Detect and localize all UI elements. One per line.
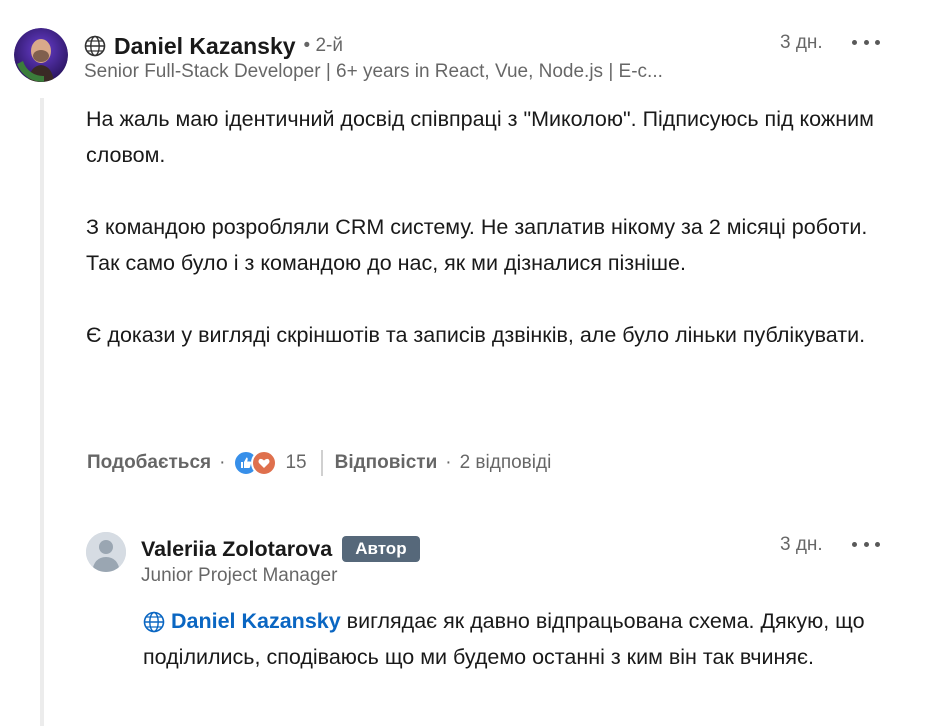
- comment-actions: Подобається · 15 Відповісти · 2 відповід…: [87, 448, 551, 478]
- separator: ·: [219, 452, 226, 473]
- comment-author-row: Daniel Kazansky • 2-й: [84, 30, 343, 62]
- mention-name: Daniel Kazansky: [171, 609, 341, 633]
- comment-author-headline: Senior Full-Stack Developer | 6+ years i…: [84, 61, 663, 82]
- reply-author-headline: Junior Project Manager: [141, 565, 338, 586]
- globe-icon: [84, 35, 106, 57]
- comment-author-name[interactable]: Daniel Kazansky: [114, 33, 296, 60]
- mention-link[interactable]: Daniel Kazansky: [143, 609, 341, 633]
- avatar[interactable]: [14, 28, 68, 82]
- reply-author-name[interactable]: Valeriia Zolotarova: [141, 537, 332, 562]
- comment-paragraph: Є докази у вигляді скріншотів та записів…: [86, 323, 866, 347]
- separator: ·: [445, 452, 452, 473]
- reply-avatar[interactable]: [86, 532, 126, 572]
- comment-paragraph: З командою розробляли CRM систему. Не за…: [86, 215, 868, 275]
- divider: [320, 450, 323, 476]
- reaction-count: 15: [285, 452, 307, 473]
- comment-timestamp: 3 дн.: [780, 32, 823, 53]
- reply-body: Daniel Kazansky виглядає як давно відпра…: [143, 603, 913, 675]
- comment-paragraph: На жаль маю ідентичний досвід співпраці …: [86, 107, 874, 167]
- more-options-icon[interactable]: [852, 534, 880, 554]
- globe-icon: [143, 608, 165, 633]
- reactions[interactable]: 15: [233, 450, 307, 476]
- reply-author-row: Valeriia Zolotarova Автор: [141, 534, 420, 564]
- like-button[interactable]: Подобається: [87, 452, 211, 474]
- author-badge: Автор: [342, 536, 420, 562]
- reply-button[interactable]: Відповісти: [335, 452, 438, 474]
- replies-count-link[interactable]: 2 відповіді: [460, 452, 552, 474]
- reply-timestamp: 3 дн.: [780, 534, 823, 555]
- more-options-icon[interactable]: [852, 32, 880, 52]
- connection-degree: • 2-й: [303, 35, 343, 56]
- comment-body: На жаль маю ідентичний досвід співпраці …: [86, 101, 901, 353]
- love-reaction-icon: [251, 450, 278, 476]
- thread-line: [40, 98, 44, 726]
